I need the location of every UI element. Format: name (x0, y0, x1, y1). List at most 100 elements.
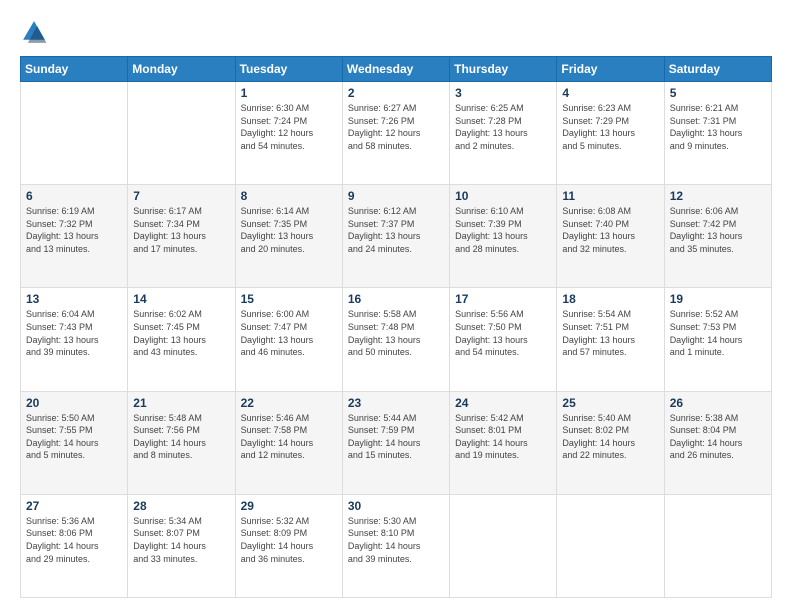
day-info: Sunrise: 5:58 AM Sunset: 7:48 PM Dayligh… (348, 308, 444, 358)
day-number: 20 (26, 396, 122, 410)
day-info: Sunrise: 5:44 AM Sunset: 7:59 PM Dayligh… (348, 412, 444, 462)
day-info: Sunrise: 6:04 AM Sunset: 7:43 PM Dayligh… (26, 308, 122, 358)
calendar-cell: 1 Sunrise: 6:30 AM Sunset: 7:24 PM Daylig… (235, 82, 342, 185)
calendar-cell: 16 Sunrise: 5:58 AM Sunset: 7:48 PM Dayli… (342, 288, 449, 391)
logo-icon (20, 18, 48, 46)
day-number: 12 (670, 189, 766, 203)
calendar-cell: 8Sunrise: 6:14 AM Sunset: 7:35 PM Daylig… (235, 185, 342, 288)
day-info: Sunrise: 5:48 AM Sunset: 7:56 PM Dayligh… (133, 412, 229, 462)
calendar-cell: 11Sunrise: 6:08 AM Sunset: 7:40 PM Dayli… (557, 185, 664, 288)
day-info: Sunrise: 6:30 AM Sunset: 7:24 PM Dayligh… (241, 102, 337, 152)
calendar-day-header: Tuesday (235, 57, 342, 82)
day-number: 25 (562, 396, 658, 410)
calendar-cell: 3 Sunrise: 6:25 AM Sunset: 7:28 PM Daylig… (450, 82, 557, 185)
calendar-cell: 28 Sunrise: 5:34 AM Sunset: 8:07 PM Dayli… (128, 494, 235, 597)
day-info: Sunrise: 6:23 AM Sunset: 7:29 PM Dayligh… (562, 102, 658, 152)
calendar-day-header: Wednesday (342, 57, 449, 82)
day-info: Sunrise: 5:42 AM Sunset: 8:01 PM Dayligh… (455, 412, 551, 462)
day-number: 5 (670, 86, 766, 100)
day-info: Sunrise: 6:17 AM Sunset: 7:34 PM Dayligh… (133, 205, 229, 255)
day-number: 24 (455, 396, 551, 410)
day-number: 16 (348, 292, 444, 306)
day-number: 6 (26, 189, 122, 203)
calendar-cell: 18 Sunrise: 5:54 AM Sunset: 7:51 PM Dayli… (557, 288, 664, 391)
calendar-cell: 10Sunrise: 6:10 AM Sunset: 7:39 PM Dayli… (450, 185, 557, 288)
header (20, 18, 772, 46)
day-number: 2 (348, 86, 444, 100)
calendar-week-row: 13 Sunrise: 6:04 AM Sunset: 7:43 PM Dayli… (21, 288, 772, 391)
day-number: 23 (348, 396, 444, 410)
day-info: Sunrise: 5:54 AM Sunset: 7:51 PM Dayligh… (562, 308, 658, 358)
day-number: 15 (241, 292, 337, 306)
day-info: Sunrise: 6:14 AM Sunset: 7:35 PM Dayligh… (241, 205, 337, 255)
calendar-cell: 20 Sunrise: 5:50 AM Sunset: 7:55 PM Dayli… (21, 391, 128, 494)
calendar-day-header: Thursday (450, 57, 557, 82)
calendar-cell: 5 Sunrise: 6:21 AM Sunset: 7:31 PM Daylig… (664, 82, 771, 185)
calendar-cell: 7 Sunrise: 6:17 AM Sunset: 7:34 PM Daylig… (128, 185, 235, 288)
calendar-week-row: 27 Sunrise: 5:36 AM Sunset: 8:06 PM Dayli… (21, 494, 772, 597)
day-info: Sunrise: 6:27 AM Sunset: 7:26 PM Dayligh… (348, 102, 444, 152)
day-number: 3 (455, 86, 551, 100)
day-info: Sunrise: 5:50 AM Sunset: 7:55 PM Dayligh… (26, 412, 122, 462)
calendar-week-row: 6 Sunrise: 6:19 AM Sunset: 7:32 PM Daylig… (21, 185, 772, 288)
day-info: Sunrise: 5:36 AM Sunset: 8:06 PM Dayligh… (26, 515, 122, 565)
calendar-cell (450, 494, 557, 597)
calendar-cell: 30Sunrise: 5:30 AM Sunset: 8:10 PM Dayli… (342, 494, 449, 597)
calendar-cell: 22Sunrise: 5:46 AM Sunset: 7:58 PM Dayli… (235, 391, 342, 494)
day-number: 9 (348, 189, 444, 203)
day-number: 22 (241, 396, 337, 410)
day-number: 19 (670, 292, 766, 306)
day-number: 13 (26, 292, 122, 306)
page: SundayMondayTuesdayWednesdayThursdayFrid… (0, 0, 792, 612)
day-info: Sunrise: 5:34 AM Sunset: 8:07 PM Dayligh… (133, 515, 229, 565)
calendar-cell (21, 82, 128, 185)
calendar-cell: 24 Sunrise: 5:42 AM Sunset: 8:01 PM Dayli… (450, 391, 557, 494)
day-info: Sunrise: 6:06 AM Sunset: 7:42 PM Dayligh… (670, 205, 766, 255)
day-number: 17 (455, 292, 551, 306)
calendar-cell: 9 Sunrise: 6:12 AM Sunset: 7:37 PM Daylig… (342, 185, 449, 288)
day-info: Sunrise: 5:32 AM Sunset: 8:09 PM Dayligh… (241, 515, 337, 565)
day-info: Sunrise: 5:52 AM Sunset: 7:53 PM Dayligh… (670, 308, 766, 358)
calendar-week-row: 20 Sunrise: 5:50 AM Sunset: 7:55 PM Dayli… (21, 391, 772, 494)
calendar-cell: 26 Sunrise: 5:38 AM Sunset: 8:04 PM Dayli… (664, 391, 771, 494)
day-info: Sunrise: 6:12 AM Sunset: 7:37 PM Dayligh… (348, 205, 444, 255)
calendar-cell (128, 82, 235, 185)
day-info: Sunrise: 5:30 AM Sunset: 8:10 PM Dayligh… (348, 515, 444, 565)
day-number: 18 (562, 292, 658, 306)
day-info: Sunrise: 6:25 AM Sunset: 7:28 PM Dayligh… (455, 102, 551, 152)
calendar-cell: 29Sunrise: 5:32 AM Sunset: 8:09 PM Dayli… (235, 494, 342, 597)
calendar-cell: 19 Sunrise: 5:52 AM Sunset: 7:53 PM Dayli… (664, 288, 771, 391)
day-info: Sunrise: 6:00 AM Sunset: 7:47 PM Dayligh… (241, 308, 337, 358)
calendar-day-header: Sunday (21, 57, 128, 82)
calendar-cell: 17 Sunrise: 5:56 AM Sunset: 7:50 PM Dayli… (450, 288, 557, 391)
day-info: Sunrise: 5:38 AM Sunset: 8:04 PM Dayligh… (670, 412, 766, 462)
calendar-cell (557, 494, 664, 597)
calendar-cell: 15 Sunrise: 6:00 AM Sunset: 7:47 PM Dayli… (235, 288, 342, 391)
day-info: Sunrise: 6:19 AM Sunset: 7:32 PM Dayligh… (26, 205, 122, 255)
calendar-cell: 4 Sunrise: 6:23 AM Sunset: 7:29 PM Daylig… (557, 82, 664, 185)
day-info: Sunrise: 5:40 AM Sunset: 8:02 PM Dayligh… (562, 412, 658, 462)
day-number: 26 (670, 396, 766, 410)
day-number: 1 (241, 86, 337, 100)
day-info: Sunrise: 5:56 AM Sunset: 7:50 PM Dayligh… (455, 308, 551, 358)
calendar-day-header: Saturday (664, 57, 771, 82)
day-info: Sunrise: 6:02 AM Sunset: 7:45 PM Dayligh… (133, 308, 229, 358)
calendar-table: SundayMondayTuesdayWednesdayThursdayFrid… (20, 56, 772, 598)
day-number: 21 (133, 396, 229, 410)
calendar-week-row: 1 Sunrise: 6:30 AM Sunset: 7:24 PM Daylig… (21, 82, 772, 185)
day-number: 28 (133, 499, 229, 513)
calendar-cell: 6 Sunrise: 6:19 AM Sunset: 7:32 PM Daylig… (21, 185, 128, 288)
calendar-cell: 27 Sunrise: 5:36 AM Sunset: 8:06 PM Dayli… (21, 494, 128, 597)
calendar-cell: 21 Sunrise: 5:48 AM Sunset: 7:56 PM Dayli… (128, 391, 235, 494)
day-number: 10 (455, 189, 551, 203)
calendar-cell: 2 Sunrise: 6:27 AM Sunset: 7:26 PM Daylig… (342, 82, 449, 185)
day-number: 4 (562, 86, 658, 100)
day-number: 27 (26, 499, 122, 513)
calendar-header-row: SundayMondayTuesdayWednesdayThursdayFrid… (21, 57, 772, 82)
calendar-cell (664, 494, 771, 597)
day-number: 7 (133, 189, 229, 203)
calendar-cell: 14Sunrise: 6:02 AM Sunset: 7:45 PM Dayli… (128, 288, 235, 391)
calendar-cell: 23 Sunrise: 5:44 AM Sunset: 7:59 PM Dayli… (342, 391, 449, 494)
day-info: Sunrise: 6:21 AM Sunset: 7:31 PM Dayligh… (670, 102, 766, 152)
calendar-day-header: Friday (557, 57, 664, 82)
